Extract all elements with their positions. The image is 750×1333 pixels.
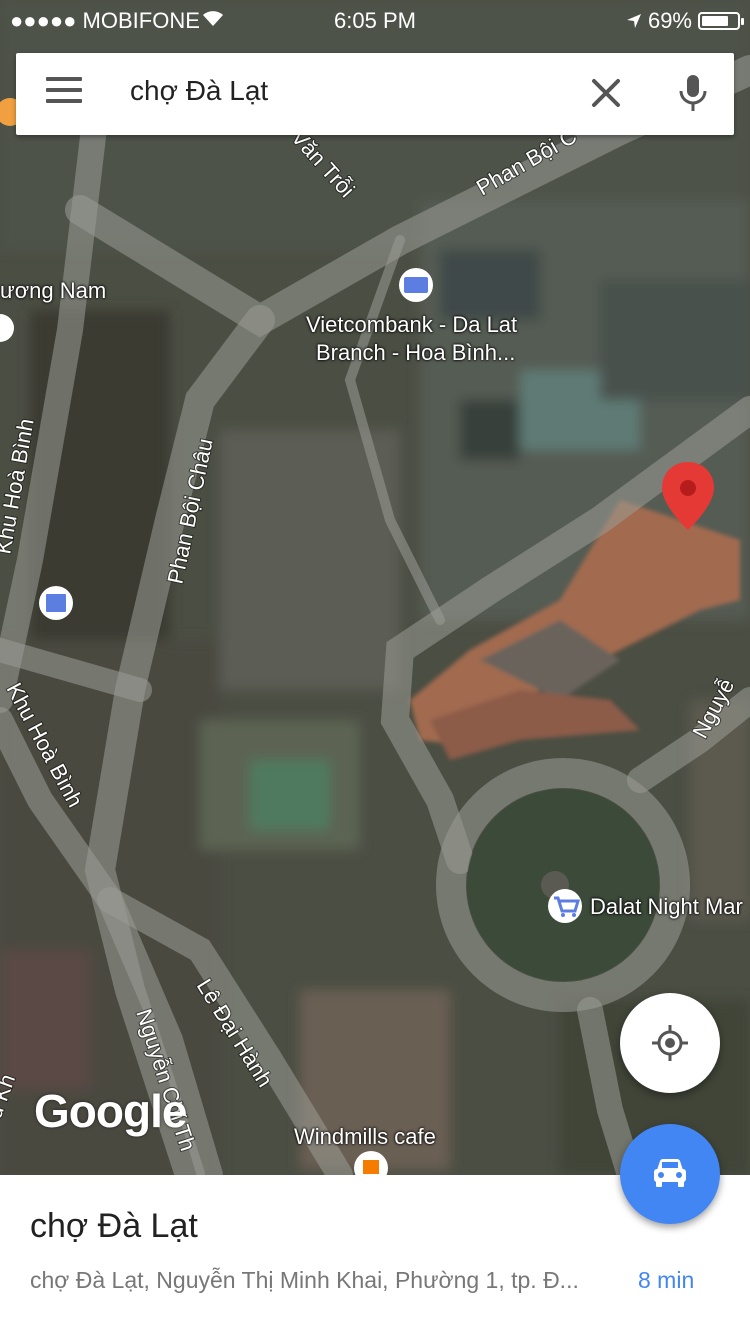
battery-icon	[698, 12, 744, 30]
search-bar[interactable]: chợ Đà Lạt	[16, 53, 734, 135]
google-logo: Google	[34, 1085, 187, 1137]
status-bar: ●●●●● MOBIFONE 6:05 PM 69%	[0, 0, 750, 40]
menu-icon[interactable]	[46, 77, 82, 111]
place-label-night-market[interactable]: Dalat Night Mar	[590, 894, 743, 920]
microphone-icon[interactable]	[676, 73, 710, 115]
battery-percent: 69%	[647, 8, 692, 33]
wifi-icon	[203, 11, 223, 26]
location-arrow-icon	[626, 14, 641, 28]
directions-button[interactable]	[620, 1124, 720, 1224]
place-label-phuong-nam[interactable]: ương Nam	[0, 278, 106, 304]
place-address: chợ Đà Lạt, Nguyễn Thị Minh Khai, Phường…	[30, 1267, 579, 1293]
movie-icon[interactable]	[39, 586, 73, 620]
status-right: 69%	[626, 8, 744, 34]
satellite-map[interactable]: Văn Trỗi Phan Bội C Phan Bội Châu Khu Ho…	[0, 0, 750, 1175]
search-query[interactable]: chợ Đà Lạt	[130, 75, 268, 107]
car-icon	[654, 1159, 686, 1187]
my-location-button[interactable]	[620, 993, 720, 1093]
place-label-windmills[interactable]: Windmills cafe	[294, 1124, 436, 1150]
place-label-vietcombank-2[interactable]: Branch - Hoa Bình...	[316, 340, 515, 366]
close-icon[interactable]	[588, 75, 624, 111]
place-title: chợ Đà Lạt	[30, 1207, 198, 1245]
place-label-vietcombank-1[interactable]: Vietcombank - Da Lat	[306, 312, 517, 338]
shopping-cart-icon[interactable]	[548, 889, 582, 923]
travel-time: 8 min	[638, 1267, 695, 1293]
crosshair-icon	[652, 1025, 688, 1061]
bank-icon[interactable]	[399, 268, 433, 302]
